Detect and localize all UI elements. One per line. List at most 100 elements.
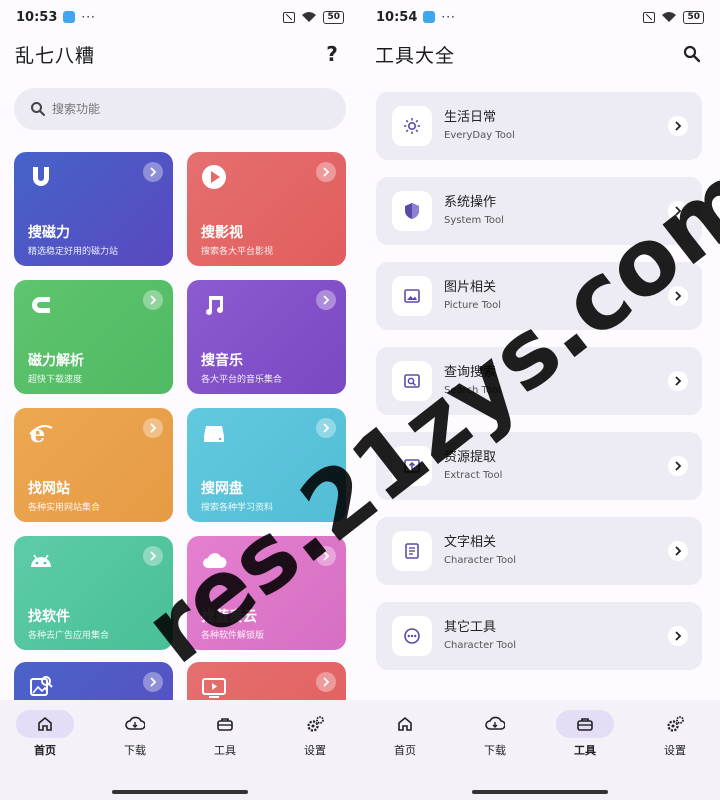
chevron-right-icon <box>143 290 163 310</box>
tool-icon-box <box>392 531 432 571</box>
shield-icon <box>405 203 419 219</box>
card-magnet-parse[interactable]: 磁力解析 超快下载速度 <box>14 280 173 394</box>
image-search-icon <box>30 676 53 696</box>
status-time: 10:54 <box>376 9 418 25</box>
tool-subtitle: Character Tool <box>444 640 516 651</box>
card-search-video[interactable]: 搜影视 搜索各大平台影视 <box>187 152 346 266</box>
status-more: ··· <box>81 10 96 24</box>
app-header: 乱七八糟 ? <box>0 34 360 74</box>
nav-home[interactable]: 首页 <box>360 710 450 770</box>
nav-settings[interactable]: 设置 <box>630 710 720 770</box>
no-sim-icon <box>283 11 296 23</box>
gesture-bar[interactable] <box>112 790 248 794</box>
tool-icon-box <box>392 616 432 656</box>
card-search-music[interactable]: 搜音乐 各大平台的音乐集合 <box>187 280 346 394</box>
chevron-right-icon <box>316 162 336 182</box>
nav-tools[interactable]: 工具 <box>180 710 270 770</box>
cloud-icon <box>203 553 227 568</box>
bottom-navigation: 首页 下载 工具 设置 <box>360 700 720 800</box>
page-title: 工具大全 <box>375 44 456 67</box>
tool-subtitle: EveryDay Tool <box>444 130 515 141</box>
nav-label: 下载 <box>484 744 506 757</box>
status-more: ··· <box>441 10 456 24</box>
page-title: 乱七八糟 <box>15 44 96 67</box>
chevron-right-icon <box>143 672 163 692</box>
play-icon <box>202 165 226 189</box>
ie-icon: e <box>29 420 53 446</box>
search-button[interactable] <box>679 41 705 67</box>
search-input[interactable] <box>52 102 292 116</box>
tool-icon-box <box>392 106 432 146</box>
chevron-right-icon <box>316 546 336 566</box>
card-title: 找网站 <box>28 481 70 497</box>
tool-system[interactable]: 系统操作 System Tool <box>376 177 702 245</box>
nav-tools[interactable]: 工具 <box>540 710 630 770</box>
tool-other[interactable]: 其它工具 Character Tool <box>376 602 702 670</box>
chevron-right-icon <box>668 286 688 306</box>
nav-download[interactable]: 下载 <box>450 710 540 770</box>
status-bar: 10:53 ··· 50 <box>0 0 360 34</box>
card-title: 搜网盘 <box>201 481 243 497</box>
nav-pill <box>376 710 434 738</box>
chevron-right-icon <box>316 290 336 310</box>
app-header: 工具大全 <box>360 34 720 74</box>
nav-pill <box>196 710 254 738</box>
toolbox-icon <box>577 718 593 731</box>
chevron-right-icon <box>143 162 163 182</box>
tool-name: 生活日常 <box>444 110 497 125</box>
card-subtitle: 搜索各种学习资料 <box>201 503 274 513</box>
card-subtitle: 超快下载速度 <box>28 375 83 385</box>
tool-extract[interactable]: 资源提取 Extract Tool <box>376 432 702 500</box>
cloud-download-icon <box>125 716 145 730</box>
tool-search[interactable]: 查询搜索 Search Tool <box>376 347 702 415</box>
battery-icon: 50 <box>323 10 344 24</box>
image-icon <box>404 289 420 303</box>
gesture-bar[interactable] <box>472 790 608 794</box>
nav-settings[interactable]: 设置 <box>270 710 360 770</box>
tool-picture[interactable]: 图片相关 Picture Tool <box>376 262 702 330</box>
tool-everyday[interactable]: 生活日常 EveryDay Tool <box>376 92 702 160</box>
card-search-magnet[interactable]: 搜磁力 精选稳定好用的磁力站 <box>14 152 173 266</box>
tool-name: 资源提取 <box>444 450 497 465</box>
home-icon <box>38 716 52 731</box>
disk-icon <box>204 426 224 442</box>
android-icon <box>31 554 51 567</box>
tool-name: 系统操作 <box>444 195 497 210</box>
question-icon[interactable]: ? <box>319 41 345 67</box>
tool-name: 查询搜索 <box>444 365 497 380</box>
tool-icon-box <box>392 446 432 486</box>
tool-name: 文字相关 <box>444 535 497 550</box>
card-find-website[interactable]: e 找网站 各种实用网站集合 <box>14 408 173 522</box>
chevron-right-icon <box>668 456 688 476</box>
tool-icon-box <box>392 191 432 231</box>
nav-home[interactable]: 首页 <box>0 710 90 770</box>
nav-pill <box>106 710 164 738</box>
chevron-right-icon <box>316 672 336 692</box>
nav-label: 下载 <box>124 744 146 757</box>
card-title: 找蓝奏云 <box>201 609 257 625</box>
tool-character[interactable]: 文字相关 Character Tool <box>376 517 702 585</box>
card-find-lanzou[interactable]: 找蓝奏云 各种软件解锁版 <box>187 536 346 650</box>
card-title: 搜磁力 <box>28 225 70 241</box>
home-icon <box>398 716 412 731</box>
card-subtitle: 搜索各大平台影视 <box>201 247 274 257</box>
nav-label: 工具 <box>574 744 596 757</box>
card-subtitle: 精选稳定好用的磁力站 <box>28 247 119 257</box>
chevron-right-icon <box>143 418 163 438</box>
nav-label: 首页 <box>34 744 56 757</box>
card-title: 磁力解析 <box>28 353 84 369</box>
card-find-software[interactable]: 找软件 各种去广告应用集合 <box>14 536 173 650</box>
chevron-right-icon <box>668 371 688 391</box>
status-bar: 10:54 ··· 50 <box>360 0 720 34</box>
tool-subtitle: Extract Tool <box>444 470 503 481</box>
search-icon <box>683 45 701 63</box>
card-search-netdisk[interactable]: 搜网盘 搜索各种学习资料 <box>187 408 346 522</box>
wifi-icon <box>661 11 677 23</box>
tool-subtitle: Picture Tool <box>444 300 501 311</box>
nav-download[interactable]: 下载 <box>90 710 180 770</box>
nav-pill <box>646 710 704 738</box>
bottom-navigation: 首页 下载 工具 设置 <box>0 700 360 800</box>
tool-name: 其它工具 <box>444 620 497 635</box>
search-bar[interactable] <box>14 88 346 130</box>
battery-icon: 50 <box>683 10 704 24</box>
